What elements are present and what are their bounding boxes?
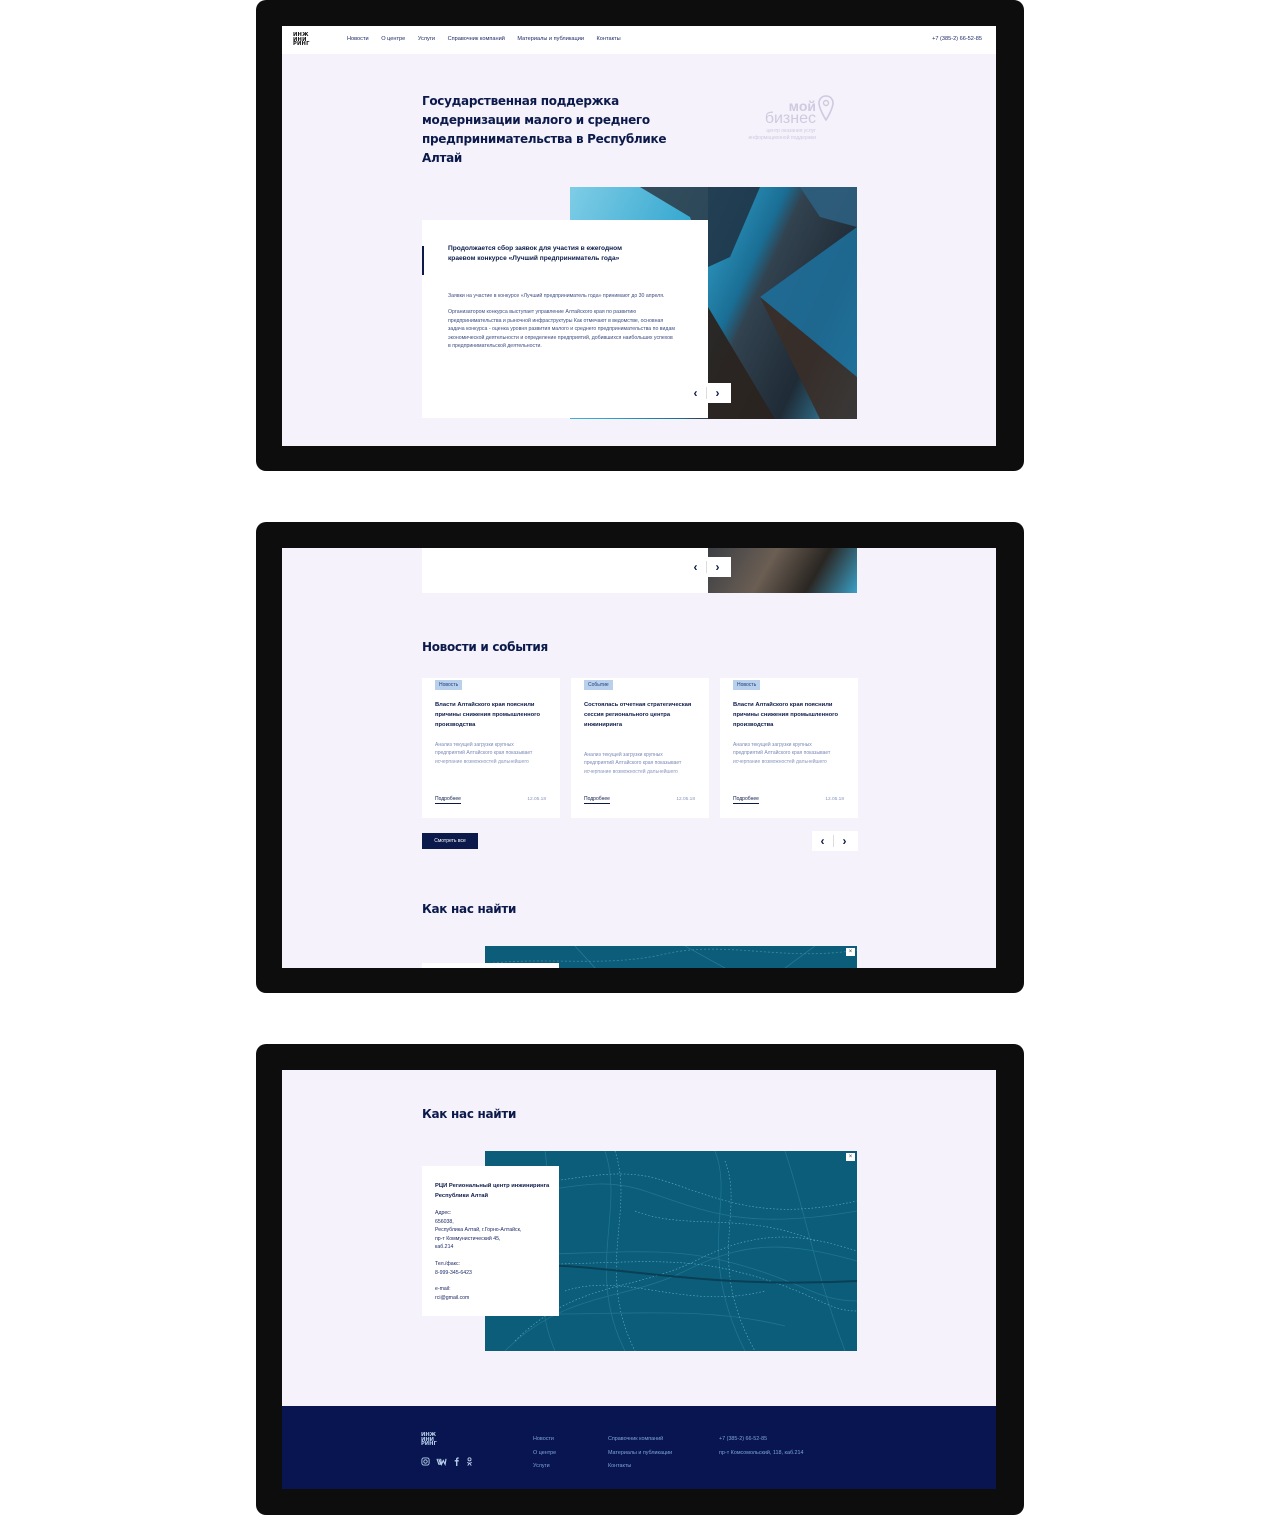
- news-desc: Анализ текущей загрузки крупных предприя…: [584, 752, 682, 775]
- email-value[interactable]: rci@gmail.com: [435, 1294, 469, 1303]
- view-all-button[interactable]: Смотреть все: [422, 833, 478, 849]
- nav-item-directory[interactable]: Справочник компаний: [448, 36, 505, 42]
- social-links: [421, 1457, 473, 1466]
- footer-link[interactable]: Новости: [533, 1433, 556, 1447]
- news-title[interactable]: Власти Алтайского края пояснили причины …: [435, 700, 545, 730]
- moy-biznes-logo: мой бизнес центр оказания услуг информац…: [744, 92, 854, 152]
- site-header: ИНЖ ИНИ РИНГ Новости О центре Услуги Спр…: [282, 26, 996, 54]
- news-more-link[interactable]: Подробнее: [435, 796, 461, 804]
- brand-caption: центр оказания услуг информационной подд…: [748, 128, 816, 141]
- news-more-link[interactable]: Подробнее: [584, 796, 610, 804]
- slider-card: Продолжается сбор заявок для участия в е…: [422, 220, 708, 418]
- address-line: пр-т Коммунистический 45,: [435, 1235, 501, 1242]
- news-date: 12.05.18: [527, 797, 546, 802]
- address-card-top: [422, 963, 559, 968]
- site-footer: ИНЖ ИНИ РИНГ Новости О центре Услуги Спр…: [282, 1406, 996, 1489]
- news-desc: Анализ текущей загрузки крупных предприя…: [733, 742, 831, 765]
- news-date: 12.05.18: [825, 797, 844, 802]
- footer-link[interactable]: Услуги: [533, 1460, 556, 1474]
- address-line: 656038,: [435, 1218, 454, 1225]
- chevron-left-icon[interactable]: ‹: [812, 831, 833, 851]
- nav-item-materials[interactable]: Материалы и публикации: [517, 36, 584, 42]
- footer-link[interactable]: Материалы и публикации: [608, 1447, 672, 1461]
- site-logo[interactable]: ИНЖ ИНИ РИНГ: [293, 33, 310, 47]
- footer-link[interactable]: О центре: [533, 1447, 556, 1461]
- news-tag: Событие: [584, 680, 613, 690]
- header-phone[interactable]: +7 (385-2) 66-52-85: [932, 36, 982, 42]
- chevron-right-icon[interactable]: ›: [834, 831, 855, 851]
- footer-link[interactable]: Справочник компаний: [608, 1433, 672, 1447]
- monitor-frame-2: ‹ › Новости и события Новость Власти Алт…: [256, 522, 1024, 993]
- slider-title: Продолжается сбор заявок для участия в е…: [448, 245, 622, 262]
- phone-value[interactable]: 8-999-345-6423: [435, 1269, 472, 1278]
- address-label: Адрес:: [435, 1210, 452, 1216]
- email-label: e-mail:: [435, 1286, 451, 1292]
- logo-line: РИНГ: [421, 1441, 437, 1448]
- monitor-frame-1: ИНЖ ИНИ РИНГ Новости О центре Услуги Спр…: [256, 0, 1024, 471]
- nav-item-about[interactable]: О центре: [381, 36, 405, 42]
- footer-col-1: Новости О центре Услуги: [533, 1433, 556, 1474]
- news-card[interactable]: Новость Власти Алтайского края пояснили …: [422, 678, 560, 818]
- chevron-right-icon[interactable]: ›: [707, 383, 728, 403]
- news-date: 12.05.18: [676, 797, 695, 802]
- accent-bar: [422, 246, 424, 275]
- logo-line: РИНГ: [293, 41, 310, 48]
- screen-hero: ИНЖ ИНИ РИНГ Новости О центре Услуги Спр…: [282, 26, 996, 446]
- address-card: РЦИ Региональный центр инжиниринга Респу…: [422, 1166, 559, 1316]
- chevron-left-icon[interactable]: ‹: [685, 383, 706, 403]
- slider-text: Заявки на участие в конкурсе «Лучший пре…: [448, 292, 676, 358]
- contacts-section-title: Как нас найти: [422, 1107, 517, 1121]
- brand-word: бизнес: [764, 110, 816, 127]
- news-title[interactable]: Власти Алтайского края пояснили причины …: [733, 700, 843, 730]
- map-pin-icon: [818, 95, 834, 122]
- close-icon[interactable]: ×: [846, 1153, 855, 1161]
- news-title[interactable]: Состоялась отчетная стратегическая сесси…: [584, 700, 694, 730]
- news-arrows: ‹ ›: [812, 831, 858, 851]
- monitor-frame-3: Как нас найти × РЦИ Региональный центр и…: [256, 1044, 1024, 1515]
- vk-icon[interactable]: [436, 1457, 447, 1466]
- close-icon[interactable]: ×: [846, 948, 855, 956]
- instagram-icon[interactable]: [421, 1457, 430, 1466]
- address-line: Республика Алтай, г.Горно-Алтайск,: [435, 1227, 522, 1234]
- news-card[interactable]: Событие Состоялась отчетная стратегическ…: [571, 678, 709, 818]
- news-more-link[interactable]: Подробнее: [733, 796, 759, 804]
- nav-item-news[interactable]: Новости: [347, 36, 369, 42]
- news-section-title: Новости и события: [422, 640, 548, 654]
- footer-address: пр-т Комсомольский, 118, каб.214: [719, 1449, 804, 1456]
- news-tag: Новость: [435, 680, 463, 690]
- slider-arrows: ‹ ›: [685, 383, 731, 403]
- main-nav: Новости О центре Услуги Справочник компа…: [347, 36, 632, 42]
- address-line: каб.214: [435, 1244, 454, 1251]
- screen-news: ‹ › Новости и события Новость Власти Алт…: [282, 548, 996, 968]
- org-name: РЦИ Региональный центр инжиниринга Респу…: [435, 1183, 550, 1199]
- facebook-icon[interactable]: [453, 1457, 460, 1466]
- footer-logo[interactable]: ИНЖ ИНИ РИНГ: [421, 1433, 437, 1447]
- slider-paragraph: Организатором конкурса выступает управле…: [448, 309, 675, 350]
- slider-arrows: ‹ ›: [685, 557, 731, 577]
- chevron-left-icon[interactable]: ‹: [685, 557, 706, 577]
- news-card[interactable]: Новость Власти Алтайского края пояснили …: [720, 678, 858, 818]
- footer-link[interactable]: Контакты: [608, 1460, 672, 1474]
- slider-paragraph: Заявки на участие в конкурсе «Лучший пре…: [448, 293, 665, 299]
- nav-item-contacts[interactable]: Контакты: [597, 36, 621, 42]
- news-desc: Анализ текущей загрузки крупных предприя…: [435, 742, 533, 765]
- contacts-section-title: Как нас найти: [422, 902, 517, 916]
- slider-card-tail: [422, 548, 708, 593]
- phone-label: Тел./факс:: [435, 1261, 461, 1267]
- chevron-right-icon[interactable]: ›: [707, 557, 728, 577]
- footer-col-3: +7 (385-2) 66-52-85 пр-т Комсомольский, …: [719, 1433, 804, 1460]
- footer-phone[interactable]: +7 (385-2) 66-52-85: [719, 1433, 804, 1447]
- odnoklassniki-icon[interactable]: [466, 1457, 473, 1466]
- nav-item-services[interactable]: Услуги: [418, 36, 435, 42]
- hero-title: Государственная поддержка модернизации м…: [422, 94, 667, 165]
- news-tag: Новость: [733, 680, 761, 690]
- screen-contacts: Как нас найти × РЦИ Региональный центр и…: [282, 1070, 996, 1489]
- footer-col-2: Справочник компаний Материалы и публикац…: [608, 1433, 672, 1474]
